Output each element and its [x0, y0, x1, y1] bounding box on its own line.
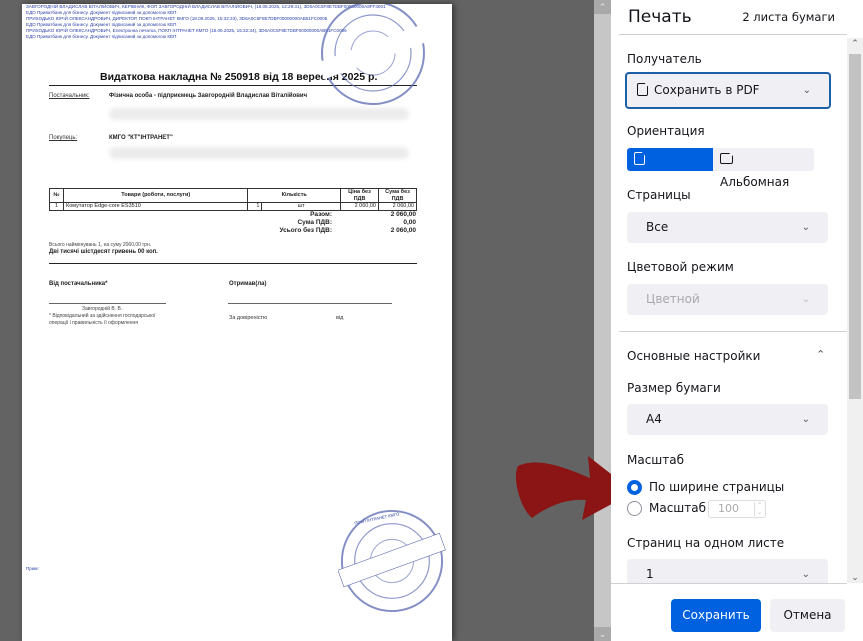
print-dialog: Печать 2 листа бумаги Получатель Сохрани…	[611, 0, 863, 641]
preview-scrollbar[interactable]: ⌃ ⌄	[594, 0, 611, 641]
print-preview-page: ЗАВГОРОДНІЙ ВЛАДИСЛАВ ВІТАЛІЙОВИЧ, КЕРІВ…	[22, 4, 452, 641]
total-value: 0,00	[403, 219, 416, 226]
total-label: Сума ПДВ:	[297, 219, 332, 226]
cancel-button[interactable]: Отмена	[770, 599, 845, 632]
paper-size-select[interactable]: A4 ⌄	[627, 404, 828, 435]
pages-value: Все	[646, 220, 669, 234]
scale-fit-label[interactable]: По ширине страницы	[649, 480, 784, 494]
cell: 1	[49, 202, 64, 211]
footer-note: Прим:	[26, 566, 39, 571]
chevron-down-icon: ⌄	[801, 569, 810, 580]
color-mode-select: Цветной ⌄	[627, 284, 828, 315]
cell: Комутатор Edge-core ES3510	[62, 202, 249, 211]
total-value: 2 060,00	[390, 227, 416, 234]
paper-size-value: A4	[646, 412, 662, 426]
destination-label: Получатель	[627, 52, 702, 66]
from-supplier-label: Від постачальника*	[49, 281, 108, 287]
buyer-label: Покупець:	[49, 135, 78, 141]
cell: 2 060,00	[378, 202, 417, 211]
cell: шт	[261, 202, 341, 211]
chevron-down-icon: ⌄	[801, 222, 810, 233]
destination-select[interactable]: Сохранить в PDF ⌄	[625, 72, 831, 109]
divider	[49, 263, 417, 264]
buyer-value: КМГО "КТ"ІНТРАНЕТ"	[109, 135, 173, 141]
divider	[619, 331, 847, 332]
col-header: Кількість	[247, 188, 341, 203]
scroll-up-icon[interactable]: ⌃	[594, 0, 611, 14]
col-header: №	[49, 188, 64, 203]
table-row: 1 Комутатор Edge-core ES3510 1 шт 2 060,…	[49, 202, 417, 211]
portrait-icon	[634, 152, 645, 165]
redacted-area	[109, 108, 409, 120]
col-header: Товари (роботи, послуги)	[62, 188, 249, 203]
pages-label: Страницы	[627, 188, 691, 202]
sheet-count: 2 листа бумаги	[742, 10, 835, 24]
scale-fit-radio[interactable]	[627, 480, 642, 495]
supplier-label: Постачальник:	[49, 93, 90, 99]
signature-line: ЕДО Приватбанк для бізнесу. Документ під…	[26, 34, 177, 39]
orientation-label: Ориентация	[627, 124, 705, 138]
chevron-down-icon: ⌄	[801, 414, 810, 425]
scroll-up-icon[interactable]: ⌃	[847, 38, 863, 49]
chevron-down-icon: ⌄	[801, 294, 810, 305]
pages-select[interactable]: Все ⌄	[627, 212, 828, 243]
basic-settings-toggle[interactable]: Основные настройки	[627, 349, 760, 363]
divider	[619, 34, 847, 35]
orientation-portrait-button[interactable]: Книжная	[627, 148, 713, 189]
cell: 2 060,00	[340, 202, 379, 211]
scale-custom-radio[interactable]	[627, 501, 642, 516]
stamp-top-icon	[318, 4, 428, 105]
supplier-value: Фізична особа - підприємець Завгородній …	[109, 93, 308, 99]
landscape-label: Альбомная	[720, 175, 790, 189]
total-label: Усього без ПДВ:	[279, 227, 332, 234]
proxy-from-label: від	[336, 315, 344, 321]
scale-input[interactable]: 100 ⌃ ⌄	[708, 500, 766, 518]
destination-value: Сохранить в PDF	[654, 83, 760, 97]
scroll-down-icon[interactable]: ⌄	[594, 627, 611, 641]
proxy-label: За довіреністю	[229, 315, 268, 321]
received-label: Отримав(ла)	[229, 281, 267, 287]
scale-custom-label[interactable]: Масштаб	[649, 501, 706, 515]
portrait-label: Книжная	[634, 175, 692, 189]
document-icon	[637, 83, 648, 96]
save-button[interactable]: Сохранить	[671, 599, 761, 632]
paper-size-label: Размер бумаги	[627, 381, 721, 395]
redacted-area	[109, 147, 409, 159]
pages-per-sheet-value: 1	[646, 567, 654, 581]
signer-name: Завгородній В. В.	[82, 306, 123, 312]
color-mode-value: Цветной	[646, 292, 700, 306]
col-header: Сума без ПДВ	[378, 188, 417, 203]
color-mode-label: Цветовой режим	[627, 260, 734, 274]
divider	[611, 583, 847, 584]
footnote: * Відповідальний за здійснення господарс…	[49, 313, 156, 326]
spinner-icon[interactable]: ⌃ ⌄	[754, 502, 764, 516]
landscape-icon	[720, 153, 733, 164]
scroll-down-icon[interactable]: ⌄	[847, 572, 863, 583]
total-value: 2 060,00	[390, 211, 416, 218]
chevron-down-icon: ⌄	[802, 85, 811, 96]
scale-value: 100	[718, 502, 739, 515]
settings-scrollbar[interactable]: ⌃ ⌄	[847, 38, 863, 583]
total-label: Разом:	[310, 211, 332, 218]
scale-label: Масштаб	[627, 453, 685, 467]
amount-in-words: Дві тисячі шістдесят гривень 00 коп.	[49, 249, 158, 255]
pages-per-sheet-select[interactable]: 1 ⌄	[627, 559, 828, 583]
col-header: Ціна без ПДВ	[340, 188, 379, 203]
pages-per-sheet-label: Страниц на одном листе	[627, 536, 785, 550]
signature-line-receiver	[228, 303, 392, 304]
chevron-up-icon[interactable]: ⌃	[816, 348, 825, 361]
scrollbar-thumb[interactable]	[849, 54, 861, 399]
summary-line: Всього найменувань 1, на суму 2060,00 гр…	[49, 242, 152, 248]
items-table: № Товари (роботи, послуги) Кількість Цін…	[49, 188, 417, 211]
dialog-title: Печать	[628, 7, 692, 27]
cell: 1	[247, 202, 263, 211]
signature-line-supplier	[49, 303, 166, 304]
stamp-bottom-icon	[338, 509, 446, 613]
orientation-landscape-button[interactable]: Альбомная	[713, 148, 814, 189]
